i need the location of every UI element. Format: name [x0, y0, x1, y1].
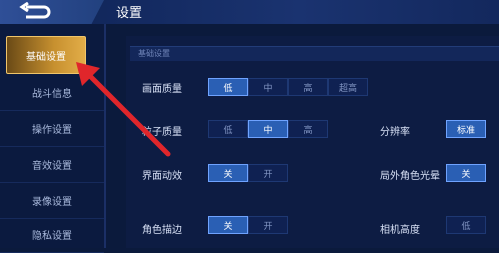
particle-option-high[interactable]: 高 [288, 120, 328, 138]
outside-glow-toggle: 关 [446, 164, 486, 182]
camera-option-low[interactable]: 低 [446, 216, 486, 234]
outline-option-off[interactable]: 关 [208, 216, 248, 234]
quality-option-ultra[interactable]: 超高 [328, 78, 368, 96]
page-title: 设置 [116, 6, 143, 21]
sidebar-item-label: 战斗信息 [32, 88, 72, 100]
resolution-label: 分辨率 [380, 127, 410, 138]
ui-anim-option-off[interactable]: 关 [208, 164, 248, 182]
settings-panel [126, 36, 499, 248]
ui-anim-option-on[interactable]: 开 [248, 164, 288, 182]
quality-option-medium[interactable]: 中 [248, 78, 288, 96]
sidebar-item-label: 录像设置 [32, 196, 72, 208]
quality-option-high[interactable]: 高 [288, 78, 328, 96]
camera-selector: 低 [446, 216, 486, 234]
outside-glow-option-off[interactable]: 关 [446, 164, 486, 182]
particle-option-medium[interactable]: 中 [248, 120, 288, 138]
ui-anim-label: 界面动效 [142, 171, 182, 182]
section-header: 基础设置 [130, 46, 499, 61]
sidebar-item-label: 操作设置 [32, 124, 72, 136]
quality-selector: 低 中 高 超高 [208, 78, 368, 96]
sidebar-item-privacy[interactable]: 隐私设置 [0, 216, 104, 253]
outline-label: 角色描边 [142, 225, 182, 236]
sidebar-item-label: 音效设置 [32, 160, 72, 172]
sidebar-item-label: 隐私设置 [32, 230, 72, 242]
back-arrow-icon [19, 2, 51, 19]
camera-label: 相机高度 [380, 225, 420, 236]
back-button[interactable] [0, 0, 104, 24]
quality-option-low[interactable]: 低 [208, 78, 248, 96]
ui-anim-toggle: 关 开 [208, 164, 288, 182]
outside-glow-label: 局外角色光晕 [380, 171, 440, 182]
outline-option-on[interactable]: 开 [248, 216, 288, 234]
sidebar-item-replay[interactable]: 录像设置 [0, 182, 104, 219]
resolution-selector: 标准 [446, 120, 486, 138]
outline-toggle: 关 开 [208, 216, 288, 234]
resolution-option-standard[interactable]: 标准 [446, 120, 486, 138]
sidebar-item-label: 基础设置 [26, 51, 66, 63]
particle-option-low[interactable]: 低 [208, 120, 248, 138]
particle-selector: 低 中 高 [208, 120, 328, 138]
annotation-arrow-icon [76, 62, 171, 157]
